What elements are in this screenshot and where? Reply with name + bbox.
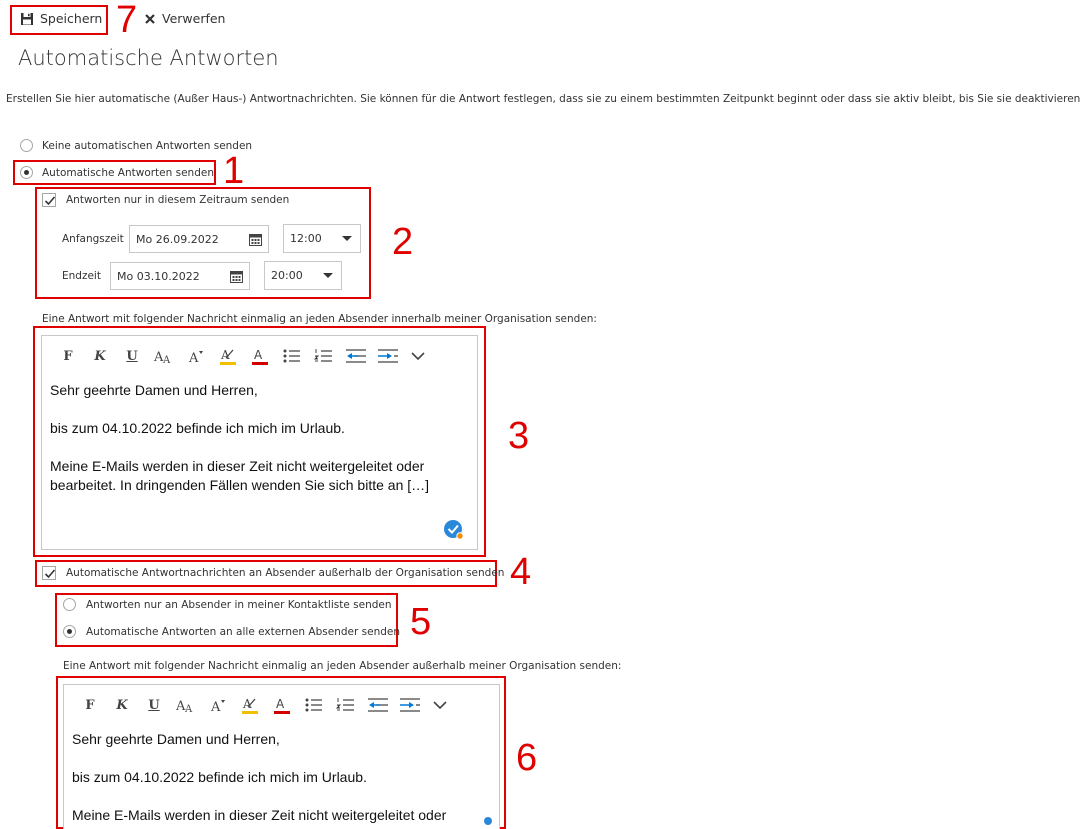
message-line: Meine E-Mails werden in dieser Zeit nich… — [72, 807, 447, 823]
grammar-check-icon[interactable] — [483, 816, 493, 826]
save-button[interactable]: Speichern — [20, 11, 102, 26]
contacts-only-radio[interactable] — [63, 598, 76, 611]
bold-button[interactable]: F — [74, 698, 106, 713]
no-reply-label: Keine automatischen Antworten senden — [42, 140, 253, 152]
underline-button[interactable]: U — [116, 349, 148, 364]
numbered-list-icon[interactable] — [308, 347, 340, 365]
annotation-1: 1 — [223, 150, 245, 192]
start-label: Anfangszeit — [62, 233, 124, 245]
external-message-label: Eine Antwort mit folgender Nachricht ein… — [63, 660, 622, 672]
end-date-field[interactable]: Mo 03.10.2022 — [110, 262, 250, 290]
external-reply-label: Automatische Antwortnachrichten an Absen… — [66, 567, 505, 579]
calendar-icon[interactable] — [249, 233, 262, 246]
font-size-icon[interactable]: AA — [148, 347, 180, 365]
decrease-indent-icon[interactable] — [362, 696, 394, 714]
annotation-5: 5 — [410, 601, 432, 643]
page-description: Erstellen Sie hier automatische (Außer H… — [6, 93, 1081, 105]
external-message-editor[interactable]: F K U AA A A A Sehr geehrte Damen und He… — [63, 684, 500, 829]
checkmark-icon — [44, 196, 56, 206]
discard-button[interactable]: Verwerfen — [144, 11, 225, 26]
calendar-icon[interactable] — [230, 270, 243, 283]
svg-text:A: A — [188, 351, 199, 365]
underline-button[interactable]: U — [138, 698, 170, 713]
chevron-down-icon[interactable] — [404, 347, 432, 365]
internal-message-label: Eine Antwort mit folgender Nachricht ein… — [42, 313, 597, 325]
decrease-indent-icon[interactable] — [340, 347, 372, 365]
external-reply-checkbox[interactable] — [42, 566, 56, 580]
internal-message-editor[interactable]: F K U AA A A A Sehr geehrte Damen und He… — [41, 335, 478, 550]
no-reply-radio[interactable] — [20, 139, 33, 152]
bold-button[interactable]: F — [52, 349, 84, 364]
italic-button[interactable]: K — [106, 698, 138, 713]
checkmark-icon — [44, 569, 56, 579]
contacts-only-label: Antworten nur an Absender in meiner Kont… — [86, 599, 392, 611]
page-title: Automatische Antworten — [18, 46, 279, 70]
all-external-radio[interactable] — [63, 625, 76, 638]
time-range-checkbox[interactable] — [42, 193, 56, 207]
svg-text:A: A — [276, 697, 285, 711]
message-line: bis zum 04.10.2022 befinde ich mich im U… — [72, 769, 367, 785]
bullet-list-icon[interactable] — [298, 696, 330, 714]
increase-indent-icon[interactable] — [394, 696, 426, 714]
close-icon — [145, 13, 155, 24]
format-toolbar: F K U AA A A A — [74, 695, 454, 715]
italic-button[interactable]: K — [84, 349, 116, 364]
bullet-list-icon[interactable] — [276, 347, 308, 365]
annotation-3: 3 — [508, 415, 530, 457]
discard-label: Verwerfen — [162, 11, 226, 26]
svg-text:A: A — [254, 348, 263, 362]
start-time-value: 12:00 — [290, 232, 322, 245]
send-reply-radio[interactable] — [20, 166, 33, 179]
time-range-label: Antworten nur in diesem Zeitraum senden — [66, 194, 290, 206]
send-reply-label: Automatische Antworten senden — [42, 167, 214, 179]
grammar-check-icon[interactable] — [443, 519, 465, 541]
chevron-down-icon — [342, 236, 352, 241]
numbered-list-icon[interactable] — [330, 696, 362, 714]
start-time-select[interactable]: 12:00 — [283, 224, 361, 253]
annotation-6: 6 — [516, 737, 538, 779]
save-icon — [21, 12, 33, 25]
font-size-icon[interactable]: AA — [170, 696, 202, 714]
format-toolbar: F K U AA A A A — [52, 346, 432, 366]
svg-text:A: A — [162, 355, 171, 365]
annotation-2: 2 — [392, 221, 414, 263]
internal-message-body: Sehr geehrte Damen und Herren, bis zum 0… — [50, 381, 429, 495]
end-date-value: Mo 03.10.2022 — [117, 269, 200, 283]
start-date-value: Mo 26.09.2022 — [136, 232, 219, 246]
increase-indent-icon[interactable] — [372, 347, 404, 365]
font-color-icon[interactable]: A — [244, 346, 276, 366]
font-color-icon[interactable]: A — [266, 695, 298, 715]
message-line: Sehr geehrte Damen und Herren, — [72, 731, 280, 747]
grow-font-icon[interactable]: A — [202, 696, 234, 714]
highlight-icon[interactable]: A — [212, 346, 244, 366]
external-message-body: Sehr geehrte Damen und Herren, bis zum 0… — [72, 730, 446, 825]
message-line: Sehr geehrte Damen und Herren, — [50, 382, 258, 398]
grow-font-icon[interactable]: A — [180, 347, 212, 365]
start-date-field[interactable]: Mo 26.09.2022 — [129, 225, 269, 253]
highlight-icon[interactable]: A — [234, 695, 266, 715]
chevron-down-icon[interactable] — [426, 696, 454, 714]
message-line: Meine E-Mails werden in dieser Zeit nich… — [50, 458, 425, 474]
chevron-down-icon — [323, 273, 333, 278]
message-line: bis zum 04.10.2022 befinde ich mich im U… — [50, 420, 345, 436]
all-external-label: Automatische Antworten an alle externen … — [86, 626, 401, 638]
svg-text:A: A — [210, 700, 221, 714]
save-label: Speichern — [40, 11, 103, 26]
message-line: bearbeitet. In dringenden Fällen wenden … — [50, 477, 430, 493]
end-time-select[interactable]: 20:00 — [264, 261, 342, 290]
annotation-7: 7 — [116, 0, 138, 41]
end-label: Endzeit — [62, 270, 101, 282]
svg-text:A: A — [184, 704, 193, 714]
end-time-value: 20:00 — [271, 269, 303, 282]
annotation-4: 4 — [510, 551, 532, 593]
